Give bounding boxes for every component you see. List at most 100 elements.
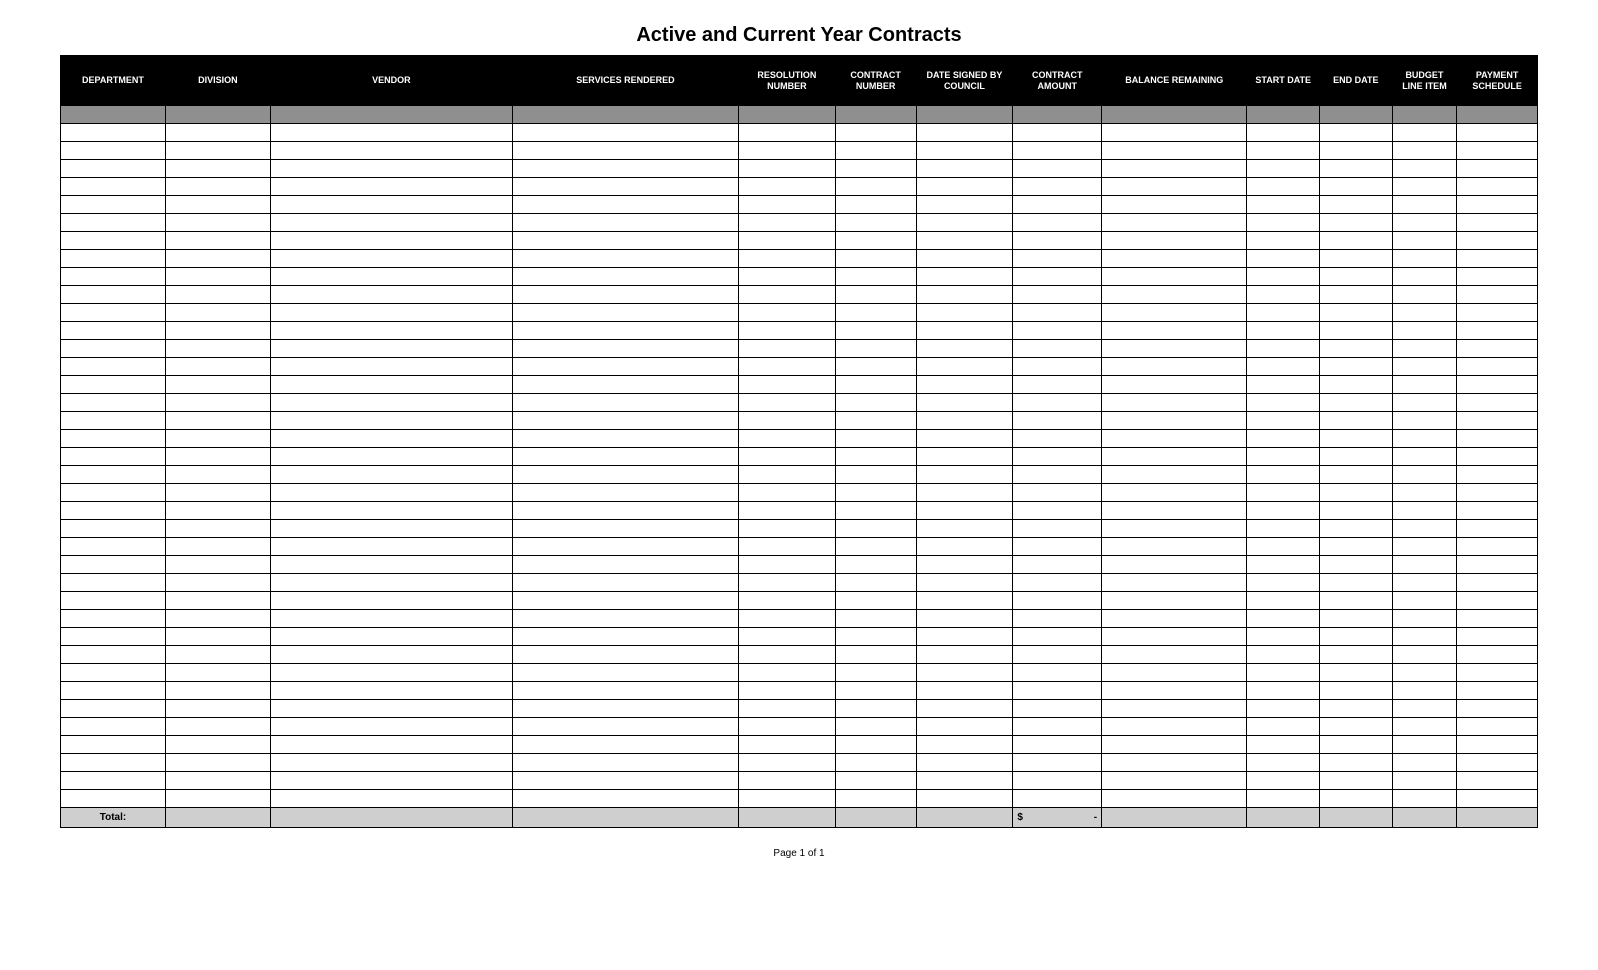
cell xyxy=(1457,394,1538,412)
cell xyxy=(1102,196,1247,214)
cell xyxy=(1392,394,1457,412)
cell xyxy=(512,178,738,196)
cell xyxy=(61,340,166,358)
cell xyxy=(1102,376,1247,394)
cell xyxy=(1013,232,1102,250)
cell xyxy=(270,232,512,250)
cell xyxy=(270,160,512,178)
cell xyxy=(512,592,738,610)
cell xyxy=(1392,430,1457,448)
cell xyxy=(1247,700,1320,718)
table-row xyxy=(61,340,1538,358)
cell xyxy=(1320,250,1393,268)
cell xyxy=(1392,358,1457,376)
cell xyxy=(512,160,738,178)
cell xyxy=(1247,124,1320,142)
cell xyxy=(1102,790,1247,808)
cell xyxy=(1247,394,1320,412)
cell xyxy=(835,790,916,808)
cell xyxy=(1247,520,1320,538)
table-row xyxy=(61,466,1538,484)
cell xyxy=(1013,304,1102,322)
cell xyxy=(61,682,166,700)
cell xyxy=(916,574,1013,592)
cell xyxy=(61,556,166,574)
cell xyxy=(1320,520,1393,538)
cell xyxy=(1320,268,1393,286)
table-row xyxy=(61,484,1538,502)
cell xyxy=(835,196,916,214)
cell xyxy=(1392,574,1457,592)
cell xyxy=(916,700,1013,718)
cell xyxy=(1457,178,1538,196)
cell xyxy=(1457,628,1538,646)
cell xyxy=(165,448,270,466)
cell xyxy=(916,232,1013,250)
cell xyxy=(1102,412,1247,430)
cell xyxy=(835,394,916,412)
cell xyxy=(61,304,166,322)
cell xyxy=(1457,664,1538,682)
col-division: DIVISION xyxy=(165,56,270,106)
cell xyxy=(1457,322,1538,340)
table-row xyxy=(61,322,1538,340)
cell xyxy=(1392,250,1457,268)
cell xyxy=(512,142,738,160)
cell xyxy=(1320,430,1393,448)
cell xyxy=(1013,790,1102,808)
cell xyxy=(270,304,512,322)
table-row xyxy=(61,358,1538,376)
table-row xyxy=(61,412,1538,430)
cell xyxy=(835,592,916,610)
cell xyxy=(1102,736,1247,754)
cell xyxy=(835,772,916,790)
page-title: Active and Current Year Contracts xyxy=(60,24,1538,47)
cell xyxy=(1247,340,1320,358)
table-row xyxy=(61,700,1538,718)
cell xyxy=(61,430,166,448)
cell xyxy=(165,538,270,556)
cell xyxy=(1457,736,1538,754)
cell xyxy=(1102,556,1247,574)
cell xyxy=(270,484,512,502)
cell xyxy=(512,412,738,430)
cell xyxy=(1320,664,1393,682)
cell xyxy=(1457,502,1538,520)
cell xyxy=(61,214,166,232)
cell xyxy=(1013,664,1102,682)
cell xyxy=(512,250,738,268)
cell xyxy=(512,646,738,664)
cell xyxy=(738,664,835,682)
cell xyxy=(1392,484,1457,502)
cell xyxy=(61,718,166,736)
cell xyxy=(512,322,738,340)
cell xyxy=(738,412,835,430)
cell xyxy=(916,556,1013,574)
col-services-rendered: SERVICES RENDERED xyxy=(512,56,738,106)
cell xyxy=(1457,808,1538,828)
cell xyxy=(1320,682,1393,700)
cell xyxy=(738,376,835,394)
cell xyxy=(512,610,738,628)
cell xyxy=(1457,466,1538,484)
cell xyxy=(1247,610,1320,628)
cell xyxy=(916,178,1013,196)
cell xyxy=(916,286,1013,304)
cell xyxy=(1320,718,1393,736)
col-contract-amount: CONTRACT AMOUNT xyxy=(1013,56,1102,106)
cell xyxy=(1013,430,1102,448)
cell xyxy=(61,178,166,196)
cell xyxy=(1013,592,1102,610)
cell xyxy=(512,286,738,304)
cell xyxy=(1392,412,1457,430)
cell xyxy=(1247,142,1320,160)
cell xyxy=(1013,502,1102,520)
cell xyxy=(916,808,1013,828)
cell xyxy=(1457,772,1538,790)
cell xyxy=(165,430,270,448)
cell xyxy=(270,178,512,196)
cell xyxy=(1457,340,1538,358)
cell xyxy=(1013,340,1102,358)
table-row xyxy=(61,610,1538,628)
cell xyxy=(270,142,512,160)
